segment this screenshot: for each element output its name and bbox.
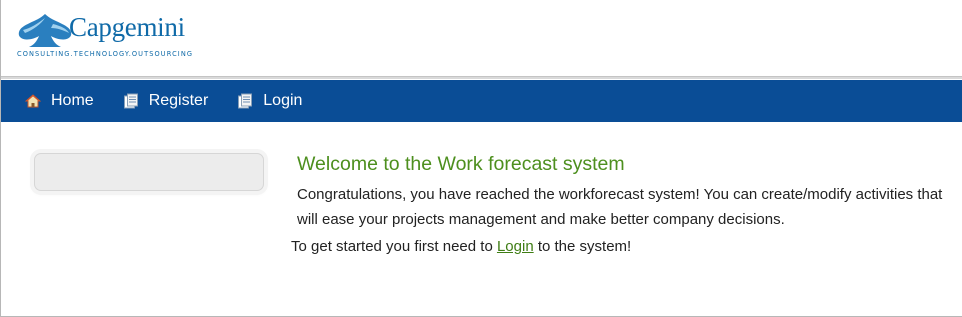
home-icon xyxy=(25,94,41,108)
get-started-prefix: To get started you first need to xyxy=(291,238,497,255)
nav-item-register[interactable]: Register xyxy=(123,80,209,122)
header: Capgemini CONSULTING.TECHNOLOGY.OUTSOURC… xyxy=(1,0,962,76)
document-icon xyxy=(123,93,138,109)
login-link[interactable]: Login xyxy=(497,238,534,255)
page-title: Welcome to the Work forecast system xyxy=(297,153,625,175)
brand-tagline: CONSULTING.TECHNOLOGY.OUTSOURCING xyxy=(17,50,194,58)
nav-label-register: Register xyxy=(148,92,209,109)
nav-label-home: Home xyxy=(51,92,94,109)
main-content: Welcome to the Work forecast system Cong… xyxy=(291,150,951,258)
spade-logo-icon xyxy=(18,14,72,47)
sidebar-panel xyxy=(34,153,264,191)
header-divider xyxy=(1,76,962,79)
brand-name: Capgemini xyxy=(69,12,185,42)
intro-text: Congratulations, you have reached the wo… xyxy=(297,186,943,228)
get-started-text: To get started you first need to Login t… xyxy=(291,236,951,258)
document-icon xyxy=(238,93,253,109)
nav-item-login[interactable]: Login xyxy=(237,80,302,122)
nav-item-home[interactable]: Home xyxy=(25,80,94,122)
get-started-suffix: to the system! xyxy=(533,238,632,255)
main-navigation: Home Register Login xyxy=(1,80,962,122)
page-frame: Capgemini CONSULTING.TECHNOLOGY.OUTSOURC… xyxy=(0,0,962,317)
capgemini-logo[interactable]: Capgemini CONSULTING.TECHNOLOGY.OUTSOURC… xyxy=(17,12,217,62)
nav-label-login: Login xyxy=(263,92,303,109)
